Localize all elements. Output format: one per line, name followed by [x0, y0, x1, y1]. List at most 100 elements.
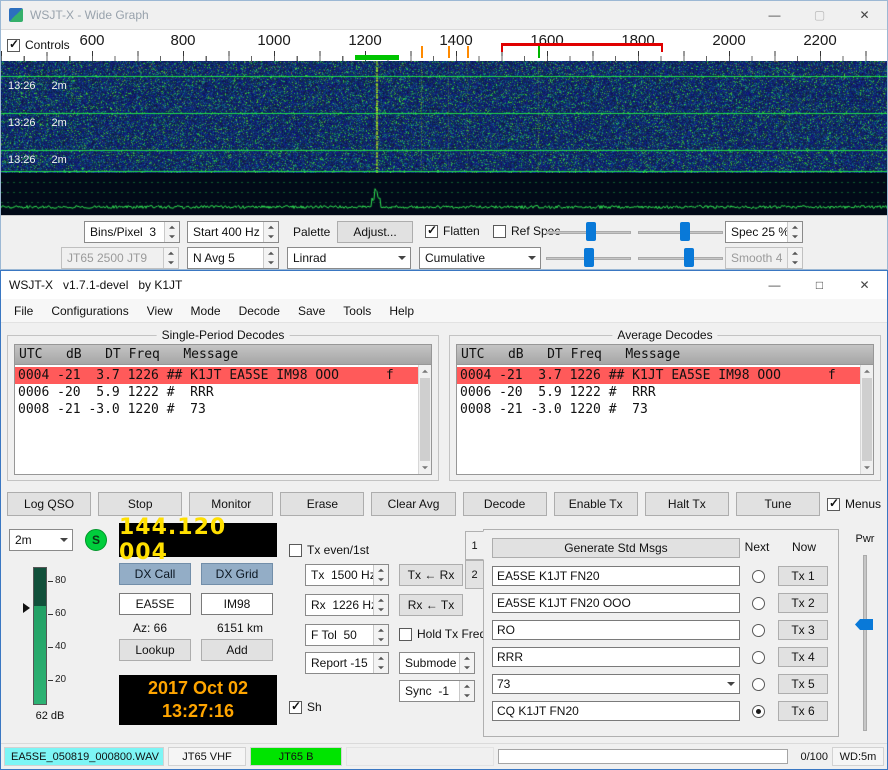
scrollbar[interactable] [860, 365, 873, 474]
close-icon[interactable]: ✕ [842, 271, 887, 299]
close-icon[interactable]: ✕ [842, 1, 887, 29]
tx6-next-radio[interactable] [752, 705, 765, 718]
spinner-arrows-icon[interactable] [373, 565, 388, 585]
tx5-next-radio[interactable] [752, 678, 765, 691]
tx-freq-spin[interactable]: Tx 1500 Hz [305, 564, 389, 586]
tx5-now-button[interactable]: Tx 5 [778, 674, 828, 694]
slider-handle[interactable] [680, 222, 690, 241]
menu-mode[interactable]: Mode [182, 299, 230, 322]
wide-graph-titlebar[interactable]: WSJT-X - Wide Graph — ▢ ✕ [1, 1, 887, 29]
submode-spin[interactable]: Submode B [399, 652, 475, 674]
stop-button[interactable]: Stop [98, 492, 182, 516]
dx-grid-field[interactable]: IM98 [201, 593, 273, 615]
menu-save[interactable]: Save [289, 299, 334, 322]
decode-row[interactable]: 0006 -20 5.9 1222 # RRR [15, 384, 417, 401]
palette-select[interactable]: Linrad [287, 247, 411, 269]
menu-help[interactable]: Help [380, 299, 423, 322]
decode-row[interactable]: 0004 -21 3.7 1226 ## K1JT EA5SE IM98 OOO… [457, 367, 873, 384]
hold-tx-freq-checkbox[interactable]: Hold Tx Freq [399, 627, 486, 641]
spectrum-zero-slider[interactable] [638, 247, 723, 269]
spinner-arrows-icon[interactable] [163, 248, 178, 268]
tx1-next-radio[interactable] [752, 570, 765, 583]
accumulation-select[interactable]: Cumulative [419, 247, 541, 269]
menu-view[interactable]: View [138, 299, 182, 322]
tx3-next-radio[interactable] [752, 624, 765, 637]
scroll-down-icon[interactable] [861, 462, 873, 474]
controls-checkbox-box[interactable] [7, 39, 20, 52]
f-tol-spin[interactable]: F Tol 50 [305, 624, 389, 646]
clear-avg-button[interactable]: Clear Avg [371, 492, 455, 516]
lookup-button[interactable]: Lookup [119, 639, 191, 661]
menu-configurations[interactable]: Configurations [42, 299, 137, 322]
tab-1[interactable]: 1 [465, 531, 484, 560]
spinner-arrows-icon[interactable] [373, 653, 388, 673]
spinner-arrows-icon[interactable] [787, 222, 802, 242]
flatten-checkbox[interactable]: Flatten [425, 224, 480, 238]
slider-handle[interactable] [586, 222, 596, 241]
menu-file[interactable]: File [5, 299, 42, 322]
report-spin[interactable]: Report -15 [305, 652, 389, 674]
bins-per-pixel-spin[interactable]: Bins/Pixel 3 [84, 221, 180, 243]
tab-2[interactable]: 2 [465, 560, 484, 589]
smooth-spin[interactable]: Smooth 4 [725, 247, 803, 269]
log-qso-button[interactable]: Log QSO [7, 492, 91, 516]
tx6-now-button[interactable]: Tx 6 [778, 701, 828, 721]
dx-call-field[interactable]: EA5SE [119, 593, 191, 615]
dx-grid-button[interactable]: DX Grid [201, 563, 273, 585]
decode-row[interactable]: 0004 -21 3.7 1226 ## K1JT EA5SE IM98 OOO… [15, 367, 431, 384]
tx1-now-button[interactable]: Tx 1 [778, 566, 828, 586]
start-freq-spin[interactable]: Start 400 Hz [187, 221, 279, 243]
spinner-arrows-icon[interactable] [263, 248, 278, 268]
tx-even-checkbox[interactable]: Tx even/1st [289, 543, 369, 557]
add-button[interactable]: Add [201, 639, 273, 661]
tx2-now-button[interactable]: Tx 2 [778, 593, 828, 613]
generate-std-msgs-button[interactable]: Generate Std Msgs [492, 538, 740, 558]
enable-tx-button[interactable]: Enable Tx [554, 492, 638, 516]
tx5-message-combo[interactable]: 73 [492, 674, 740, 694]
halt-tx-button[interactable]: Halt Tx [645, 492, 729, 516]
menu-tools[interactable]: Tools [334, 299, 380, 322]
tune-button[interactable]: Tune [736, 492, 820, 516]
scroll-up-icon[interactable] [419, 365, 431, 377]
spinner-arrows-icon[interactable] [459, 653, 474, 673]
tx3-now-button[interactable]: Tx 3 [778, 620, 828, 640]
maximize-icon[interactable]: ▢ [797, 1, 842, 29]
spinner-arrows-icon[interactable] [373, 595, 388, 615]
erase-button[interactable]: Erase [280, 492, 364, 516]
menus-checkbox[interactable]: Menus [827, 497, 881, 511]
menu-decode[interactable]: Decode [230, 299, 289, 322]
band-select[interactable]: 2m [9, 529, 73, 551]
tx6-message-field[interactable]: CQ K1JT FN20 [492, 701, 740, 721]
scroll-thumb[interactable] [420, 378, 430, 461]
sync-spin[interactable]: Sync -1 [399, 680, 475, 702]
pwr-slider[interactable] [863, 555, 867, 731]
scroll-thumb[interactable] [862, 378, 872, 461]
spinner-arrows-icon[interactable] [459, 681, 474, 701]
decode-row[interactable]: 0008 -21 -3.0 1220 # 73 [457, 401, 859, 418]
slider-handle[interactable] [684, 248, 694, 267]
sh-checkbox[interactable]: Sh [289, 700, 322, 714]
tx4-next-radio[interactable] [752, 651, 765, 664]
tx-from-rx-button[interactable]: Tx ← Rx [399, 564, 463, 586]
spinner-arrows-icon[interactable] [373, 625, 388, 645]
controls-checkbox[interactable]: Controls [7, 38, 70, 52]
n-avg-spin[interactable]: N Avg 5 [187, 247, 279, 269]
tx3-message-field[interactable]: RO [492, 620, 740, 640]
jt65-jt9-split-spin[interactable]: JT65 2500 JT9 [61, 247, 179, 269]
maximize-icon[interactable]: □ [797, 271, 842, 299]
frequency-scale[interactable]: Controls 600 800 1000 1200 1400 1600 180… [1, 29, 887, 61]
decode-button[interactable]: Decode [463, 492, 547, 516]
minimize-icon[interactable]: — [752, 271, 797, 299]
tx2-message-field[interactable]: EA5SE K1JT FN20 OOO [492, 593, 740, 613]
scroll-down-icon[interactable] [419, 462, 431, 474]
decode-list[interactable]: 0004 -21 3.7 1226 ## K1JT EA5SE IM98 OOO… [14, 364, 432, 475]
pwr-slider-handle[interactable] [855, 619, 873, 630]
main-titlebar[interactable]: WSJT-X v1.7.1-devel by K1JT — □ ✕ [1, 271, 887, 299]
tx4-now-button[interactable]: Tx 4 [778, 647, 828, 667]
adjust-button[interactable]: Adjust... [337, 221, 413, 243]
waterfall-zero-slider[interactable] [638, 221, 723, 243]
spec-percent-spin[interactable]: Spec 25 % [725, 221, 803, 243]
rx-freq-spin[interactable]: Rx 1226 Hz [305, 594, 389, 616]
monitor-button[interactable]: Monitor [189, 492, 273, 516]
tx2-next-radio[interactable] [752, 597, 765, 610]
